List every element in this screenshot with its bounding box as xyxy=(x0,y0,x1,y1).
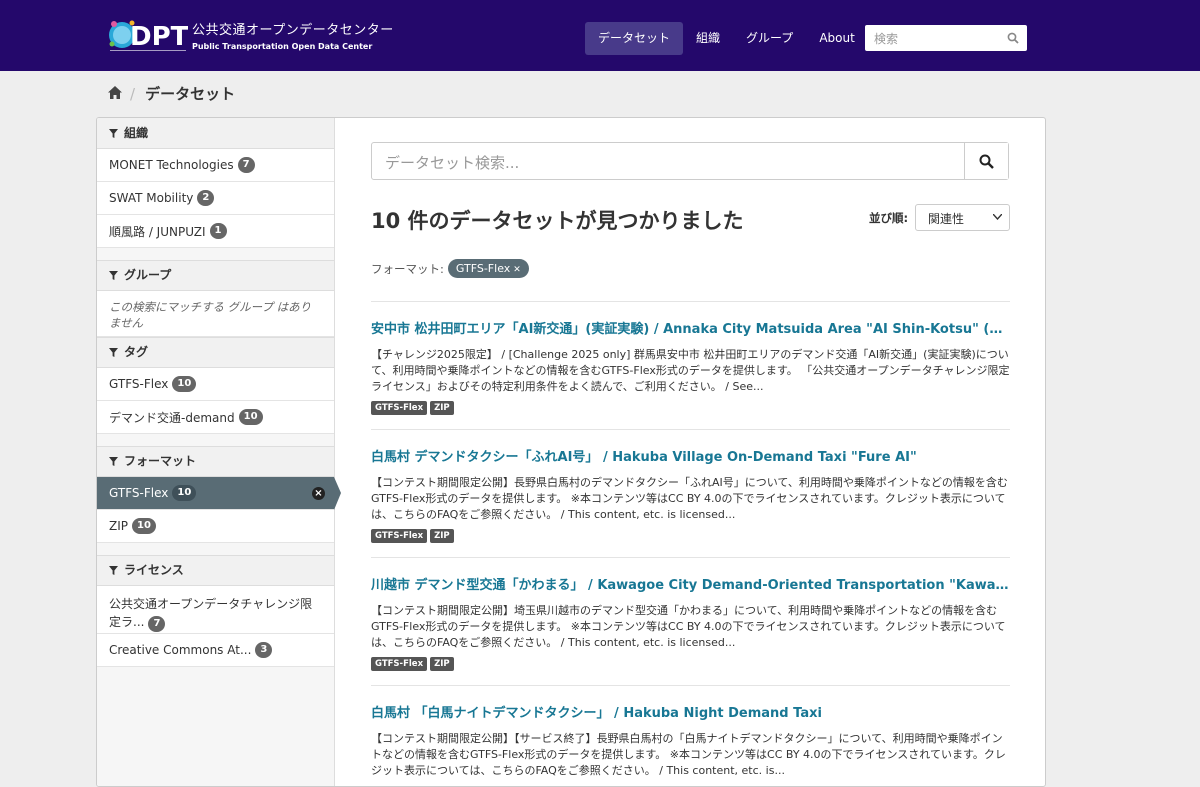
svg-text:DPT: DPT xyxy=(130,22,188,52)
format-label[interactable]: GTFS-Flex xyxy=(371,401,428,415)
filter-icon xyxy=(109,128,118,138)
facet-heading-organizations: 組織 xyxy=(97,118,334,149)
dataset-notes: 【コンテスト期間限定公開】【サービス終了】長野県白馬村の「白馬ナイトデマンドタク… xyxy=(371,732,1006,777)
search-icon[interactable] xyxy=(1007,32,1019,47)
format-label[interactable]: GTFS-Flex xyxy=(371,657,428,671)
format-label[interactable]: ZIP xyxy=(430,529,454,543)
nav-organizations[interactable]: 組織 xyxy=(683,22,733,55)
format-label[interactable]: ZIP xyxy=(430,657,454,671)
dataset-title-link[interactable]: 安中市 松井田町エリア「AI新交通」(実証実験) / Annaka City M… xyxy=(371,318,1010,337)
filter-icon xyxy=(109,566,118,575)
logo-title-en: Public Transportation Open Data Center xyxy=(192,42,373,51)
facet-heading-tags: タグ xyxy=(97,337,334,368)
search-icon xyxy=(979,154,994,169)
site-header: DPT 公共交通オープンデータセンター Public Transportatio… xyxy=(0,0,1200,71)
nav-datasets[interactable]: データセット xyxy=(585,22,684,55)
count-badge: 7 xyxy=(237,157,255,173)
chevron-down-icon xyxy=(993,214,1002,220)
search-submit-button[interactable] xyxy=(964,143,1008,179)
breadcrumb-current[interactable]: データセット xyxy=(145,83,235,104)
sort-label: 並び順: xyxy=(869,211,909,225)
facet-heading-groups: グループ xyxy=(97,260,334,291)
sort-select[interactable]: 関連性 xyxy=(915,204,1010,231)
count-badge: 10 xyxy=(132,518,156,534)
filter-icon xyxy=(109,457,118,466)
count-badge: 7 xyxy=(148,616,166,632)
filter-icon xyxy=(109,348,118,357)
content-wrapper: 組織 MONET Technologies 7 SWAT Mobility 2 順風… xyxy=(96,117,1046,787)
dataset-title-link[interactable]: 川越市 デマンド型交通「かわまる」 / Kawagoe City Demand-… xyxy=(371,574,1010,593)
count-badge: 3 xyxy=(255,642,273,658)
breadcrumb: / データセット xyxy=(108,83,235,104)
dataset-notes: 【コンテスト期間限定公開】埼玉県川越市のデマンド型交通「かわまる」について、利用… xyxy=(371,604,1006,649)
dataset-formats: GTFS-Flex ZIP xyxy=(371,529,1010,543)
facet-item-tag-demand[interactable]: デマンド交通-demand 10 xyxy=(97,401,334,434)
facet-empty-groups: この検索にマッチする グループ はありません xyxy=(97,291,334,337)
logo-title-jp: 公共交通オープンデータセンター xyxy=(192,23,394,38)
facet-item-license-challenge[interactable]: 公共交通オープンデータチャレンジ限定ラ... 7 xyxy=(97,586,334,634)
active-filters: フォーマット: GTFS-Flex ✕ xyxy=(371,259,529,278)
facet-sidebar: 組織 MONET Technologies 7 SWAT Mobility 2 順風… xyxy=(97,118,341,786)
dataset-notes: 【チャレンジ2025限定】 / [Challenge 2025 only] 群馬… xyxy=(371,348,1010,393)
facet-heading-licenses: ライセンス xyxy=(97,555,334,586)
nav-groups[interactable]: グループ xyxy=(733,22,806,55)
facet-item-tag-gtfs-flex[interactable]: GTFS-Flex 10 xyxy=(97,368,334,401)
filter-label: フォーマット: xyxy=(371,261,444,276)
count-badge: 10 xyxy=(172,376,197,392)
odpt-logo-mark: DPT xyxy=(108,15,189,55)
main-nav: データセット 組織 グループ About xyxy=(585,22,868,55)
dataset-item: 白馬村 「白馬ナイトデマンドタクシー」 / Hakuba Night Deman… xyxy=(371,685,1010,779)
dataset-search-placeholder: データセット検索... xyxy=(385,154,520,172)
breadcrumb-separator: / xyxy=(130,84,136,103)
dataset-item: 川越市 デマンド型交通「かわまる」 / Kawagoe City Demand-… xyxy=(371,557,1010,671)
filter-icon xyxy=(109,271,118,280)
facet-heading-formats: フォーマット xyxy=(97,446,334,477)
filter-pill[interactable]: GTFS-Flex ✕ xyxy=(447,259,529,278)
facet-item-format-zip[interactable]: ZIP 10 xyxy=(97,510,334,543)
dataset-formats: GTFS-Flex ZIP xyxy=(371,657,1010,671)
dataset-title-link[interactable]: 白馬村 「白馬ナイトデマンドタクシー」 / Hakuba Night Deman… xyxy=(371,702,1010,721)
dataset-formats: GTFS-Flex ZIP xyxy=(371,401,1010,415)
result-count: 10 件のデータセットが見つかりました xyxy=(371,209,744,233)
format-label[interactable]: GTFS-Flex xyxy=(371,529,428,543)
close-icon: ✕ xyxy=(513,265,521,275)
count-badge: 10 xyxy=(172,485,197,501)
nav-about[interactable]: About xyxy=(806,22,867,55)
dataset-title-link[interactable]: 白馬村 デマンドタクシー「ふれAI号」 / Hakuba Village On-… xyxy=(371,446,1010,465)
site-search-placeholder: 検索 xyxy=(874,32,899,46)
remove-filter-icon[interactable]: × xyxy=(312,487,325,500)
facet-item-format-gtfs-flex[interactable]: GTFS-Flex 10 × xyxy=(97,477,341,510)
facet-item-monet[interactable]: MONET Technologies 7 xyxy=(97,149,334,182)
dataset-item: 安中市 松井田町エリア「AI新交通」(実証実験) / Annaka City M… xyxy=(371,301,1010,415)
dataset-search-input[interactable]: データセット検索... xyxy=(371,142,1009,180)
home-icon[interactable] xyxy=(108,85,122,103)
dataset-notes: 【コンテスト期間限定公開】長野県白馬村のデマンドタクシー「ふれAI号」について、… xyxy=(371,476,1008,521)
facet-item-junpuzi[interactable]: 順風路 / JUNPUZI 1 xyxy=(97,215,334,248)
format-label[interactable]: ZIP xyxy=(430,401,454,415)
count-badge: 2 xyxy=(197,190,215,206)
count-badge: 10 xyxy=(238,409,263,425)
site-logo[interactable]: DPT 公共交通オープンデータセンター Public Transportatio… xyxy=(108,15,394,55)
count-badge: 1 xyxy=(209,223,227,239)
facet-item-license-cc[interactable]: Creative Commons At... 3 xyxy=(97,634,334,667)
site-search-input[interactable]: 検索 xyxy=(865,25,1027,51)
facet-item-swat[interactable]: SWAT Mobility 2 xyxy=(97,182,334,215)
dataset-item: 白馬村 デマンドタクシー「ふれAI号」 / Hakuba Village On-… xyxy=(371,429,1010,543)
